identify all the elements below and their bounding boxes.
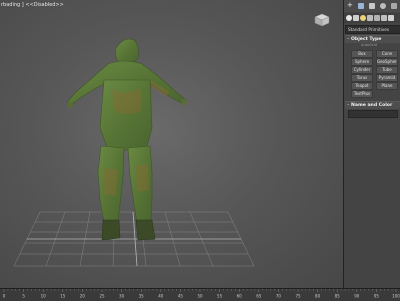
primitive-button-sphere[interactable]: Sphere (351, 58, 373, 66)
ruler-label: 30 (119, 294, 125, 299)
ruler-label: 25 (99, 294, 105, 299)
create-tab-icon[interactable]: + (347, 2, 353, 9)
category-dropdown-value: Standard Primitives (348, 27, 390, 32)
primitive-button-tube[interactable]: Tube (376, 66, 398, 74)
command-panel-tabs: + (344, 0, 400, 12)
primitive-button-teapot[interactable]: Teapot (351, 82, 373, 90)
primitive-button-box[interactable]: Box (351, 50, 373, 58)
autogrid-checkbox[interactable]: AutoGrid (361, 43, 377, 47)
ruler-label: 10 (41, 294, 47, 299)
ruler-label: 15 (60, 294, 66, 299)
ruler-label: 75 (295, 294, 301, 299)
object-type-rollout[interactable]: – Object Type (345, 35, 400, 43)
primitive-button-cylinder[interactable]: Cylinder (351, 66, 373, 74)
viewcube[interactable] (312, 12, 332, 28)
ruler-label: 45 (178, 294, 184, 299)
ruler-label: 60 (237, 294, 243, 299)
systems-icon[interactable] (388, 15, 394, 21)
primitive-button-torus[interactable]: Torus (351, 74, 373, 82)
perspective-viewport[interactable]: rbading ] <<Disabled>> (0, 0, 343, 288)
ruler-label: 85 (335, 294, 341, 299)
primitive-button-geosphere[interactable]: GeoSphere (376, 58, 398, 66)
command-panel: + Standard Primitives – Object Type Auto… (343, 0, 400, 288)
category-dropdown[interactable]: Standard Primitives (345, 25, 400, 34)
primitive-button-cone[interactable]: Cone (376, 50, 398, 58)
ruler-label: 100 (392, 294, 400, 299)
object-name-field[interactable] (348, 110, 398, 118)
helpers-icon[interactable] (374, 15, 380, 21)
primitive-button-plane[interactable]: Plane (376, 82, 398, 90)
spacewarps-icon[interactable] (381, 15, 387, 21)
ruler-label: 0 (3, 294, 6, 299)
lights-icon[interactable] (360, 15, 366, 21)
name-color-title: Name and Color (351, 103, 393, 108)
ruler-label: 90 (354, 294, 360, 299)
ruler-label: 70 (276, 294, 282, 299)
motion-tab-icon[interactable] (380, 3, 386, 9)
name-color-rollout[interactable]: – Name and Color (345, 101, 400, 109)
ruler-label: 20 (80, 294, 86, 299)
viewport-label[interactable]: rbading ] <<Disabled>> (0, 0, 65, 10)
ruler-label: 55 (217, 294, 223, 299)
geometry-icon[interactable] (346, 15, 352, 21)
rollout-toggle: – (347, 102, 350, 108)
ruler-label: 5 (22, 294, 25, 299)
primitive-button-textplus[interactable]: TextPlus (351, 90, 373, 98)
ruler-label: 40 (158, 294, 164, 299)
ruler-label: 35 (139, 294, 145, 299)
display-tab-icon[interactable] (391, 3, 397, 9)
ruler-label: 95 (374, 294, 380, 299)
home-grid (13, 38, 255, 267)
ruler-label: 50 (197, 294, 203, 299)
time-slider-ruler[interactable]: 0 5 10 15 20 25 30 35 40 45 50 55 60 65 70 75 80 85 90 95 10… (0, 288, 400, 301)
ruler-label: 65 (256, 294, 262, 299)
hazmat-suit-model (66, 38, 187, 223)
cameras-icon[interactable] (367, 15, 373, 21)
rollout-toggle: – (347, 36, 350, 42)
hierarchy-tab-icon[interactable] (369, 3, 375, 9)
shapes-icon[interactable] (353, 15, 359, 21)
object-type-title: Object Type (351, 37, 382, 42)
create-category-icons (344, 13, 400, 23)
modify-tab-icon[interactable] (358, 3, 364, 9)
ruler-label: 80 (315, 294, 321, 299)
primitive-button-pyramid[interactable]: Pyramid (376, 74, 398, 82)
